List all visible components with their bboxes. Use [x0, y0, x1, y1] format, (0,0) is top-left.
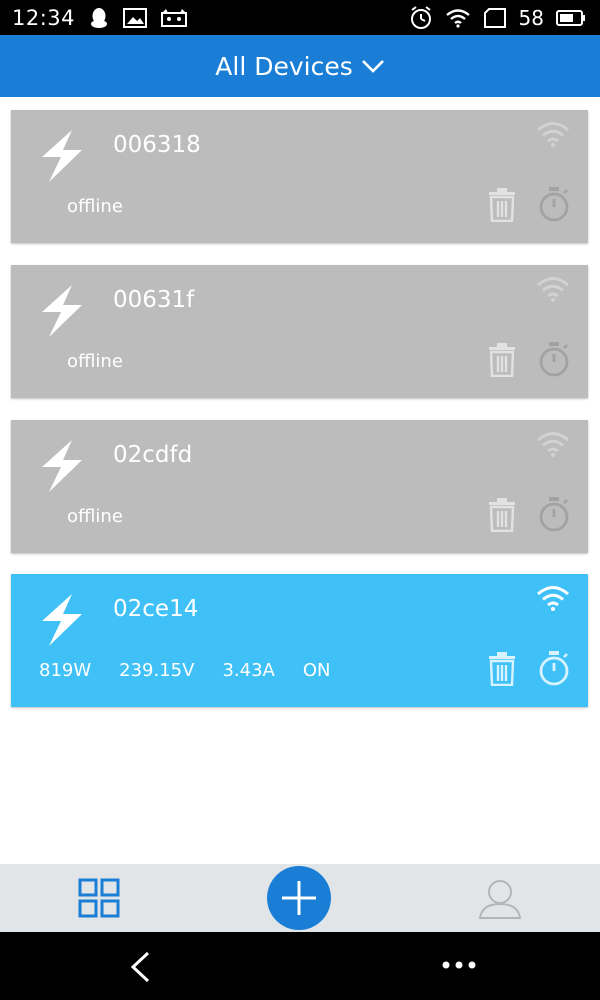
user-profile-icon[interactable] [478, 878, 522, 920]
device-readings: 819W 239.15V 3.43A ON [39, 660, 331, 681]
lightning-bolt-icon [42, 285, 82, 337]
stopwatch-icon[interactable] [538, 186, 570, 222]
lightning-bolt-icon [42, 594, 82, 646]
page-title: All Devices [215, 51, 353, 81]
lightning-bolt-icon [42, 130, 82, 182]
device-name: 00631f [113, 287, 195, 313]
wifi-icon [537, 432, 569, 457]
app-header: All Devices [0, 35, 600, 97]
battery-icon [556, 9, 585, 26]
trash-icon[interactable] [488, 343, 516, 377]
more-icon[interactable] [441, 960, 477, 970]
lightning-bolt-icon [42, 440, 82, 492]
device-name: 006318 [113, 132, 201, 158]
device-card[interactable]: 006318 offline [11, 110, 588, 243]
bottom-nav [0, 864, 600, 932]
battery-level: 58 [518, 5, 544, 30]
current-reading: 3.43A [222, 660, 275, 681]
trash-icon[interactable] [488, 188, 516, 222]
device-card[interactable]: 02cdfd offline [11, 420, 588, 553]
voltage-reading: 239.15V [119, 660, 195, 681]
power-reading: 819W [39, 660, 92, 681]
stopwatch-icon[interactable] [538, 496, 570, 532]
stopwatch-icon[interactable] [538, 650, 570, 686]
wifi-icon [537, 122, 569, 147]
wifi-icon [537, 586, 569, 611]
device-grid-icon[interactable] [78, 878, 120, 918]
device-card[interactable]: 00631f offline [11, 265, 588, 398]
status-bar: 12:34 58 [0, 0, 600, 35]
system-nav-bar [0, 932, 600, 1000]
device-status: offline [67, 506, 123, 527]
qq-penguin-icon [91, 7, 108, 28]
image-icon [123, 7, 148, 28]
cat-icon [161, 8, 188, 27]
device-name: 02ce14 [113, 596, 199, 622]
device-name: 02cdfd [113, 442, 193, 468]
chevron-down-icon [361, 60, 384, 73]
device-card[interactable]: 02ce14 819W 239.15V 3.43A ON [11, 574, 588, 707]
wifi-icon [537, 277, 569, 302]
device-filter-dropdown[interactable]: All Devices [215, 52, 384, 81]
alarm-icon [410, 5, 431, 29]
switch-state: ON [302, 660, 331, 681]
add-device-button[interactable] [267, 866, 331, 930]
wifi-status-icon [445, 8, 470, 28]
trash-icon[interactable] [488, 498, 516, 532]
device-status: offline [67, 351, 123, 372]
back-icon[interactable] [128, 950, 152, 984]
status-time: 12:34 [12, 5, 76, 30]
trash-icon[interactable] [488, 652, 516, 686]
sim-icon [483, 7, 506, 28]
plus-icon [282, 881, 316, 915]
stopwatch-icon[interactable] [538, 341, 570, 377]
device-status: offline [67, 196, 123, 217]
